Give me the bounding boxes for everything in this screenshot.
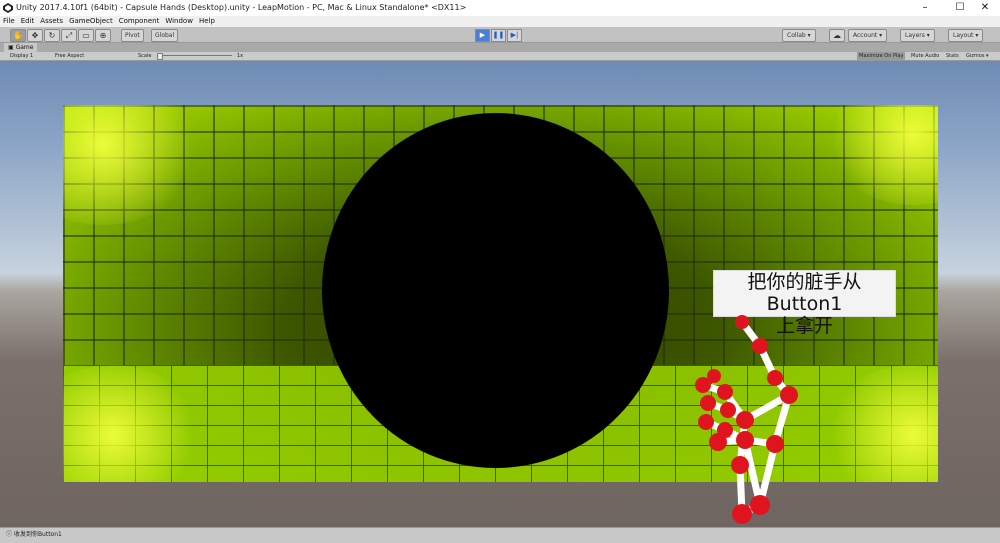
window-title: Unity 2017.4.10f1 (64bit) - Capsule Hand… xyxy=(16,3,467,12)
layers-dropdown[interactable]: Layers ▾ xyxy=(900,29,935,42)
pivot-toggle[interactable]: Pivot xyxy=(121,29,144,42)
menu-window[interactable]: Window xyxy=(162,16,196,27)
collab-dropdown[interactable]: Collab ▾ xyxy=(782,29,816,42)
status-bar: ⓘ 收发到你Button1 xyxy=(0,527,1000,543)
account-dropdown[interactable]: Account ▾ xyxy=(848,29,888,42)
info-icon: ⓘ xyxy=(6,531,13,538)
menu-bar: File Edit Assets GameObject Component Window H… xyxy=(0,16,1000,27)
pause-icon[interactable]: ❚❚ xyxy=(491,29,506,42)
cloud-icon[interactable]: ☁ xyxy=(829,29,845,42)
rotate-tool-icon[interactable]: ↻ xyxy=(44,29,60,42)
mute-audio-toggle[interactable]: Mute Audio xyxy=(911,52,939,60)
global-toggle[interactable]: Global xyxy=(151,29,179,42)
menu-file[interactable]: File xyxy=(0,16,18,27)
tab-game[interactable]: ▣ Game xyxy=(4,43,38,52)
layout-dropdown[interactable]: Layout ▾ xyxy=(948,29,984,42)
black-sphere xyxy=(322,113,669,468)
menu-gameobject[interactable]: GameObject xyxy=(66,16,116,27)
scale-slider-handle[interactable] xyxy=(157,53,163,60)
button1[interactable]: 把你的脏手从 Button1 上拿开 xyxy=(713,270,896,337)
status-message[interactable]: 收发到你Button1 xyxy=(14,531,62,538)
scale-tool-icon[interactable]: ⤢ xyxy=(61,29,77,42)
rect-tool-icon[interactable]: ▭ xyxy=(78,29,94,42)
button1-label-line1: 把你的脏手从 Button1 xyxy=(747,271,862,315)
display-dropdown[interactable]: Display 1 xyxy=(10,52,33,60)
menu-edit[interactable]: Edit xyxy=(18,16,38,27)
button1-label-line2: 上拿开 xyxy=(775,315,833,337)
move-tool-icon[interactable]: ✥ xyxy=(27,29,43,42)
gizmos-dropdown[interactable]: Gizmos ▾ xyxy=(966,52,989,60)
tab-row: ▣ Game xyxy=(0,43,1000,52)
toolbar: ✋ ✥ ↻ ⤢ ▭ ⊕ Pivot Global ▶ ❚❚ ▶| Collab … xyxy=(0,27,1000,43)
unity-logo-icon xyxy=(3,3,13,13)
aspect-dropdown[interactable]: Free Aspect xyxy=(55,52,84,60)
scale-label: Scale xyxy=(138,53,152,59)
scale-slider-track[interactable] xyxy=(162,55,232,56)
step-icon[interactable]: ▶| xyxy=(507,29,522,42)
title-bar: Unity 2017.4.10f1 (64bit) - Capsule Hand… xyxy=(0,0,1000,16)
menu-assets[interactable]: Assets xyxy=(37,16,66,27)
menu-component[interactable]: Component xyxy=(116,16,163,27)
stats-toggle[interactable]: Stats xyxy=(946,52,959,60)
maximize-on-play-toggle[interactable]: Maximize On Play xyxy=(857,52,906,60)
game-view-toolbar: Display 1 Free Aspect Scale 1x Maximize … xyxy=(0,52,1000,61)
hand-tool-icon[interactable]: ✋ xyxy=(10,29,26,42)
play-icon[interactable]: ▶ xyxy=(475,29,490,42)
game-viewport[interactable]: 把你的脏手从 Button1 上拿开 xyxy=(0,61,1000,527)
minimize-button[interactable]: – xyxy=(910,0,940,16)
menu-help[interactable]: Help xyxy=(196,16,218,27)
scale-value: 1x xyxy=(237,53,244,59)
transform-tool-icon[interactable]: ⊕ xyxy=(95,29,111,42)
close-button[interactable]: ✕ xyxy=(970,0,1000,16)
